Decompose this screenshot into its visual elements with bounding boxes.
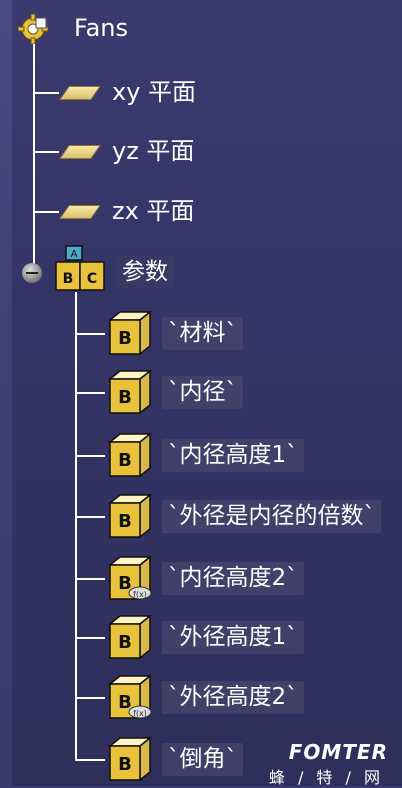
watermark-text: 蜂 / 特 / 网 [268,768,384,787]
specification-tree: Fans xy 平面 yz 平面 zx 平面 A B C 参数 B `材料` B `内… [0,0,402,787]
tree-branch-line [75,759,105,761]
tree-node-plane-yz[interactable]: yz 平面 [59,137,195,165]
plane-icon [59,83,102,101]
parameters-set-icon[interactable]: A B C [52,244,108,294]
tree-node-root[interactable]: Fans [74,14,128,42]
tree-node-parameter[interactable]: B `倒角` [104,736,243,782]
svg-text:B: B [118,328,132,349]
svg-text:f(x): f(x) [133,590,147,599]
root-label: Fans [74,14,129,42]
param-trunk-line [75,292,77,760]
parameter-label: `内径高度1` [162,438,304,472]
parameter-icon: B [107,369,153,415]
parameter-label: `内径` [162,375,243,409]
tree-node-parameter[interactable]: B `外径高度1` [104,614,304,660]
tree-node-parameter[interactable]: Bf(x) `内径高度2` [104,555,304,601]
parameter-icon: B [107,432,153,478]
tree-node-parameter[interactable]: B `内径高度1` [104,432,304,478]
tree-branch-line [75,578,105,580]
parameter-label: `倒角` [162,742,243,776]
tree-branch-line [75,392,105,394]
collapse-toggle[interactable] [22,263,42,283]
svg-text:B: B [118,511,132,532]
parameter-label: `内径高度2` [162,561,304,595]
parameter-label: `外径高度1` [162,620,304,654]
svg-text:B: B [118,387,132,408]
plane-icon [59,202,102,220]
tree-branch-line [75,455,105,457]
part-gear-icon[interactable] [18,14,48,44]
tree-node-parameter[interactable]: B `材料` [104,310,243,356]
tree-branch-line [33,151,59,153]
parameter-formula-icon: Bf(x) [107,555,153,601]
svg-text:B: B [118,450,132,471]
svg-text:B: B [118,632,132,653]
tree-branch-line [75,637,105,639]
watermark-logo: FOMTER [288,740,388,764]
parameter-label: `材料` [162,316,243,350]
tree-branch-line [33,211,59,213]
plane-label: yz 平面 [112,137,195,165]
tree-branch-line [75,516,105,518]
tree-branch-line [33,92,59,94]
parameters-label: 参数 [116,256,174,289]
parameter-formula-icon: Bf(x) [107,674,153,720]
tree-trunk-line [33,44,35,270]
svg-text:f(x): f(x) [133,709,147,718]
svg-text:B: B [118,754,132,775]
tree-node-plane-xy[interactable]: xy 平面 [59,78,197,106]
parameter-icon: B [107,493,153,539]
svg-text:B: B [63,271,74,287]
parameter-icon: B [107,310,153,356]
tree-branch-line [75,333,105,335]
tree-node-parameters[interactable]: 参数 [116,256,174,289]
plane-icon [59,142,102,160]
plane-label: zx 平面 [112,197,195,225]
tree-branch-line [75,697,105,699]
tree-node-parameter[interactable]: Bf(x) `外径高度2` [104,674,304,720]
tree-node-parameter[interactable]: B `外径是内径的倍数` [104,493,381,539]
parameter-icon: B [107,614,153,660]
tree-node-parameter[interactable]: B `内径` [104,369,243,415]
svg-text:C: C [87,271,97,287]
parameter-label: `外径高度2` [162,680,304,714]
parameter-label: `外径是内径的倍数` [162,499,381,533]
tree-node-plane-zx[interactable]: zx 平面 [59,197,195,225]
plane-label: xy 平面 [112,78,197,106]
svg-text:A: A [71,249,78,260]
parameter-icon: B [107,736,153,782]
